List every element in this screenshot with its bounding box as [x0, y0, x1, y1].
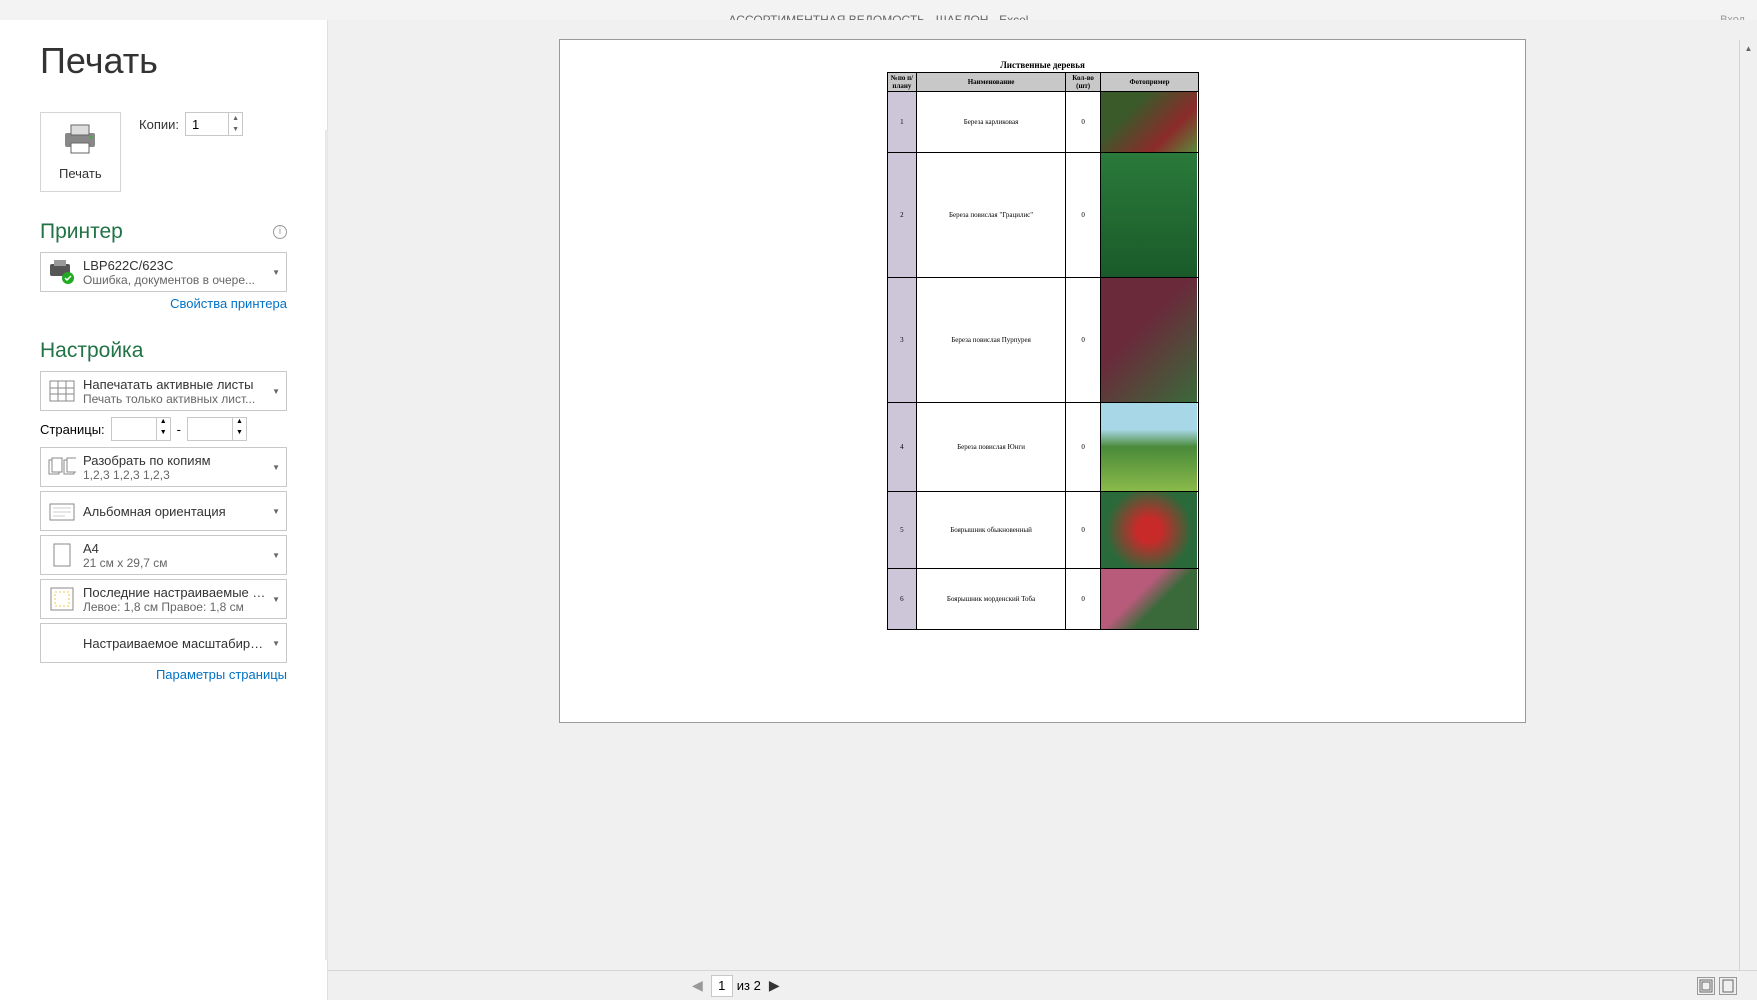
plant-photo — [1101, 403, 1197, 491]
sheets-icon — [47, 376, 77, 406]
plant-photo — [1101, 278, 1197, 402]
margins-selector[interactable]: Последние настраиваемые п... Левое: 1,8 … — [40, 579, 287, 619]
chevron-down-icon: ▼ — [272, 639, 280, 648]
chevron-down-icon: ▼ — [272, 268, 280, 277]
printer-selector[interactable]: LBP622C/623C Ошибка, документов в очере.… — [40, 252, 287, 292]
page-setup-link[interactable]: Параметры страницы — [40, 667, 287, 682]
orientation-selector[interactable]: Альбомная ориентация ▼ — [40, 491, 287, 531]
printer-status-icon — [47, 257, 77, 287]
table-row: 4Береза повислая Юнги0 — [887, 403, 1198, 492]
chevron-down-icon: ▼ — [272, 387, 280, 396]
zoom-to-page-button[interactable] — [1719, 977, 1737, 995]
chevron-down-icon: ▼ — [272, 551, 280, 560]
pages-to[interactable]: ▲▼ — [187, 417, 247, 441]
next-page-button[interactable]: ▶ — [765, 977, 784, 994]
margins-icon — [47, 584, 77, 614]
chevron-down-icon: ▼ — [272, 595, 280, 604]
plant-photo — [1101, 569, 1197, 629]
table-row: 6Боярышник морденский Тоба0 — [887, 569, 1198, 630]
table-row: 1Береза карликовая0 — [887, 92, 1198, 153]
table-row: 2Береза повислая "Грацилис"0 — [887, 153, 1198, 278]
scaling-selector[interactable]: Настраиваемое масштабиро... ▼ — [40, 623, 287, 663]
document-table: Лиственные деревья №по п/плану Наименова… — [887, 60, 1199, 630]
printer-icon — [61, 123, 99, 155]
printer-properties-link[interactable]: Свойства принтера — [40, 296, 287, 311]
printer-name: LBP622C/623C — [83, 258, 268, 273]
show-margins-button[interactable] — [1697, 977, 1715, 995]
print-button-label: Печать — [59, 166, 102, 181]
pages-label: Страницы: — [40, 422, 105, 437]
page-total: из 2 — [737, 978, 761, 993]
page-title: Печать — [40, 40, 287, 82]
paper-size-selector[interactable]: A4 21 см x 29,7 см ▼ — [40, 535, 287, 575]
copies-input[interactable] — [186, 113, 228, 135]
printer-status: Ошибка, документов в очере... — [83, 273, 268, 287]
plant-photo — [1101, 92, 1197, 152]
preview-footer: ◀ из 2 ▶ — [328, 970, 1757, 1000]
pages-from[interactable]: ▲▼ — [111, 417, 171, 441]
chevron-down-icon: ▼ — [272, 507, 280, 516]
print-preview-area: Лиственные деревья №по п/плану Наименова… — [328, 20, 1757, 1000]
copies-up[interactable]: ▲ — [229, 113, 242, 124]
chevron-down-icon: ▼ — [272, 463, 280, 472]
landscape-icon — [47, 496, 77, 526]
preview-vertical-scrollbar[interactable]: ▲ — [1739, 40, 1757, 970]
copies-label: Копии: — [139, 117, 179, 132]
printer-heading: Принтер — [40, 220, 123, 244]
plant-photo — [1101, 492, 1197, 568]
copies-spinner[interactable]: ▲ ▼ — [185, 112, 243, 136]
page-navigator: ◀ из 2 ▶ — [688, 975, 784, 997]
titlebar: АССОРТИМЕНТНАЯ ВЕДОМОСТЬ - ШАБЛОН - Exce… — [0, 0, 1757, 20]
prev-page-button[interactable]: ◀ — [688, 977, 707, 994]
page-icon — [47, 540, 77, 570]
scroll-up-icon[interactable]: ▲ — [1740, 40, 1757, 58]
current-page-input[interactable] — [711, 975, 733, 997]
table-row: 5Боярышник обыкновенный0 — [887, 492, 1198, 569]
print-button[interactable]: Печать — [40, 112, 121, 192]
copies-down[interactable]: ▼ — [229, 124, 242, 135]
table-row: 3Береза повислая Пурпурея0 — [887, 278, 1198, 403]
printer-info-icon[interactable]: i — [273, 225, 287, 239]
print-settings-panel: Печать Печать Копии: ▲ ▼ Принтер i — [0, 20, 328, 1000]
collate-icon — [47, 452, 77, 482]
collate-selector[interactable]: Разобрать по копиям 1,2,3 1,2,3 1,2,3 ▼ — [40, 447, 287, 487]
settings-heading: Настройка — [40, 339, 143, 363]
plant-photo — [1101, 153, 1197, 277]
preview-page: Лиственные деревья №по п/плану Наименова… — [560, 40, 1525, 722]
print-what-selector[interactable]: Напечатать активные листы Печать только … — [40, 371, 287, 411]
